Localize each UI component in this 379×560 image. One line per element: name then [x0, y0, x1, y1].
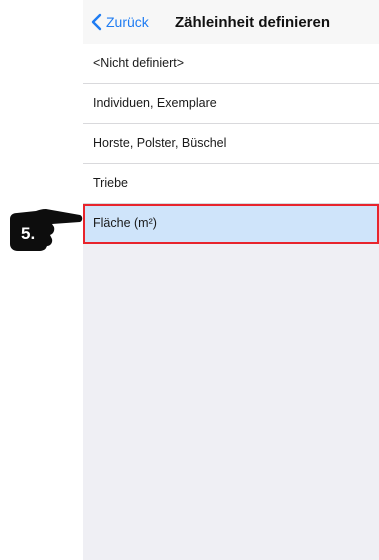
- list-item-label: <Nicht definiert>: [93, 56, 185, 70]
- page-title: Zähleinheit definieren: [175, 14, 331, 31]
- list-item-horste[interactable]: Horste, Polster, Büschel: [83, 124, 379, 164]
- list-item-individuen[interactable]: Individuen, Exemplare: [83, 84, 379, 124]
- back-button-label: Zurück: [106, 14, 149, 30]
- list-item-label: Triebe: [93, 176, 128, 190]
- option-list: <Nicht definiert> Individuen, Exemplare …: [83, 44, 379, 244]
- pointing-hand-icon: [10, 209, 83, 251]
- back-button[interactable]: Zurück: [91, 12, 149, 32]
- list-item-flaeche-selected[interactable]: Fläche (m²): [83, 204, 379, 244]
- list-item-label: Fläche (m²): [93, 216, 157, 230]
- list-item-label: Horste, Polster, Büschel: [93, 136, 227, 150]
- navigation-bar: Zurück Zähleinheit definieren: [83, 0, 379, 44]
- step-number-label: 5.: [21, 224, 36, 243]
- list-item-nicht-definiert[interactable]: <Nicht definiert>: [83, 44, 379, 84]
- list-item-triebe[interactable]: Triebe: [83, 164, 379, 204]
- chevron-left-icon: [91, 13, 102, 31]
- app-screen: Zurück Zähleinheit definieren <Nicht def…: [83, 0, 379, 560]
- list-item-label: Individuen, Exemplare: [93, 96, 217, 110]
